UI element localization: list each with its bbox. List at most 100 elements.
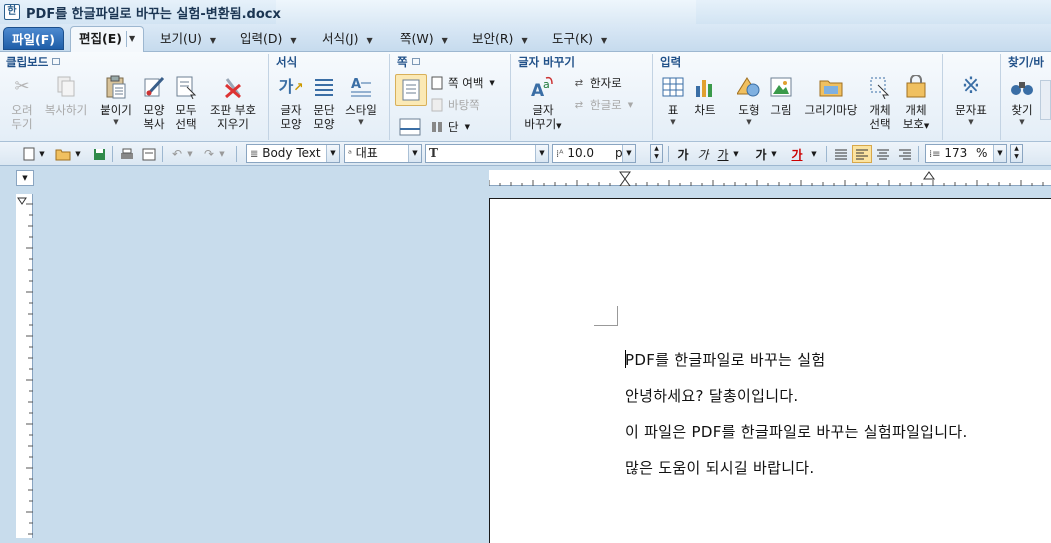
shape-button[interactable]: 도형 ▼ <box>734 74 764 127</box>
paragraph-style-dropdown-icon[interactable]: ▼ <box>326 145 339 162</box>
language-combo[interactable]: ᵃ 대표 ▼ <box>344 144 422 163</box>
font-size-dropdown-icon[interactable]: ▼ <box>622 145 635 162</box>
format-copy-label-2: 복사 <box>143 117 165 131</box>
master-page-button[interactable]: 바탕쪽 <box>430 96 480 114</box>
page-launcher-icon[interactable] <box>411 58 420 65</box>
open-dropdown-icon[interactable]: ▼ <box>74 145 82 163</box>
menu-view[interactable]: 보기(U) ▼ <box>160 29 216 49</box>
horizontal-ruler[interactable] <box>488 170 1051 187</box>
save-disk-icon[interactable] <box>90 145 108 163</box>
document-page[interactable] <box>489 198 1051 543</box>
clipboard-launcher-icon[interactable] <box>52 58 61 65</box>
strikethrough-button[interactable]: 가 <box>752 145 770 163</box>
page-margin-button[interactable]: 쪽 여백 ▼ <box>430 74 495 92</box>
symbol-button[interactable]: ※ 문자표 ▼ <box>948 74 994 127</box>
document-line[interactable]: PDF를 한글파일로 바꾸는 실험 <box>625 349 825 370</box>
shape-dropdown-icon[interactable]: ▼ <box>734 117 764 127</box>
ruler-corner-button[interactable]: ▼ <box>16 170 34 186</box>
page-setup-button[interactable] <box>395 74 427 106</box>
menu-insert[interactable]: 입력(D) ▼ <box>240 29 297 49</box>
chart-button[interactable]: 차트 <box>690 74 720 117</box>
italic-button[interactable]: 가 <box>694 145 712 163</box>
replace-char-button[interactable]: Aa 글자 바꾸기▼ <box>518 74 568 133</box>
menu-edit[interactable]: 편집(E) ▼ <box>70 26 144 52</box>
to-hangul-button[interactable]: ⇄ 한글로 ▼ <box>572 96 633 114</box>
menu-format[interactable]: 서식(J) ▼ <box>322 29 373 49</box>
font-color-button[interactable]: 가 <box>788 145 806 163</box>
symbol-dropdown-icon[interactable]: ▼ <box>948 117 994 127</box>
undo-dropdown-icon[interactable]: ▼ <box>186 145 194 163</box>
menu-edit-dropdown-icon[interactable]: ▼ <box>129 27 135 51</box>
master-page-label: 바탕쪽 <box>448 98 480 112</box>
toolbar-separator <box>668 146 669 162</box>
style-button[interactable]: A 스타일 ▼ <box>340 74 382 127</box>
ribbon-scroll-button[interactable] <box>1040 80 1051 120</box>
document-line[interactable]: 이 파일은 PDF를 한글파일로 바꾸는 실험파일입니다. <box>625 421 968 442</box>
column-button[interactable]: 단 ▼ <box>430 118 470 136</box>
line-spacing-dropdown-icon[interactable]: ▼ <box>993 145 1006 162</box>
paragraph-style-combo[interactable]: ≣ Body Text ▼ <box>246 144 340 163</box>
redo-icon[interactable]: ↷ <box>200 145 218 163</box>
document-line[interactable]: 안녕하세요? 달총이입니다. <box>625 385 799 406</box>
char-shape-button[interactable]: 가 ↗ 글자 모양 <box>274 74 308 132</box>
undo-icon[interactable]: ↶ <box>168 145 186 163</box>
vertical-ruler-ticks <box>17 197 33 535</box>
object-select-button[interactable]: 개체 선택 <box>864 74 896 131</box>
new-document-icon[interactable] <box>20 145 38 163</box>
underline-dropdown-icon[interactable]: ▼ <box>732 145 740 163</box>
page-margin-dropdown-icon[interactable]: ▼ <box>489 79 494 87</box>
find-button[interactable]: 찾기 ▼ <box>1006 74 1038 127</box>
menu-tools[interactable]: 도구(K) ▼ <box>552 29 607 49</box>
find-dropdown-icon[interactable]: ▼ <box>1006 117 1038 127</box>
open-folder-icon[interactable] <box>54 145 72 163</box>
align-left-icon[interactable] <box>852 145 872 163</box>
line-spacing-combo[interactable]: ⁞≡ 173 % ▼ <box>925 144 1007 163</box>
copy-button[interactable]: 복사하기 <box>38 74 94 117</box>
cut-button[interactable]: ✂ 오려 두기 <box>4 74 40 132</box>
page-border-button[interactable] <box>395 114 425 143</box>
menu-file[interactable]: 파일(F) <box>3 27 64 50</box>
align-center-icon[interactable] <box>874 145 892 163</box>
paste-dropdown-icon[interactable]: ▼ <box>96 117 136 127</box>
toolbar-separator <box>826 146 827 162</box>
redo-dropdown-icon[interactable]: ▼ <box>218 145 226 163</box>
bold-button[interactable]: 가 <box>674 145 692 163</box>
picture-label: 그림 <box>770 103 792 117</box>
print-icon[interactable] <box>118 145 136 163</box>
justify-align-icon[interactable] <box>832 145 850 163</box>
clear-format-button[interactable]: 조판 부호 지우기 <box>204 74 262 131</box>
font-combo[interactable]: T ▼ <box>425 144 549 163</box>
table-button[interactable]: 표 ▼ <box>658 74 688 127</box>
menu-security[interactable]: 보안(R) ▼ <box>472 29 528 49</box>
column-dropdown-icon[interactable]: ▼ <box>465 123 470 131</box>
menu-page[interactable]: 쪽(W) ▼ <box>400 29 448 49</box>
align-right-icon[interactable] <box>896 145 914 163</box>
para-shape-button[interactable]: 문단 모양 <box>308 74 340 131</box>
font-color-dropdown-icon[interactable]: ▼ <box>810 145 818 163</box>
drawing-gallery-button[interactable]: 그리기마당 <box>800 74 862 117</box>
bar-chart-icon <box>692 74 718 100</box>
language-dropdown-icon[interactable]: ▼ <box>408 145 421 162</box>
menu-format-label: 서식(J) <box>322 31 359 46</box>
font-size-combo[interactable]: ⁞ᴬ 10.0 pt ▼ <box>552 144 636 163</box>
format-copy-button[interactable]: 모양 복사 <box>138 74 170 131</box>
style-dropdown-icon[interactable]: ▼ <box>340 117 382 127</box>
underline-button[interactable]: 가 <box>714 145 732 163</box>
select-all-button[interactable]: 모두 선택 <box>170 74 202 131</box>
picture-button[interactable]: 그림 <box>766 74 796 117</box>
vertical-ruler[interactable] <box>16 194 33 538</box>
paste-button[interactable]: 붙이기 ▼ <box>96 74 136 127</box>
document-line[interactable]: 많은 도움이 되시길 바랍니다. <box>625 457 814 478</box>
strike-dropdown-icon[interactable]: ▼ <box>770 145 778 163</box>
to-hanja-button[interactable]: ⇄ 한자로 <box>572 74 622 92</box>
table-dropdown-icon[interactable]: ▼ <box>658 117 688 127</box>
line-spacing-spinner[interactable]: ▲ ▼ <box>1010 144 1023 163</box>
object-protect-button[interactable]: 개체 보호▼ <box>896 74 936 133</box>
to-hangul-dropdown-icon[interactable]: ▼ <box>628 101 633 109</box>
print-preview-icon[interactable] <box>140 145 158 163</box>
font-dropdown-icon[interactable]: ▼ <box>535 145 548 162</box>
eraser-cross-icon <box>220 74 246 100</box>
format-copy-label-1: 모양 <box>143 103 165 117</box>
new-dropdown-icon[interactable]: ▼ <box>38 145 46 163</box>
font-size-spinner[interactable]: ▲ ▼ <box>650 144 663 163</box>
